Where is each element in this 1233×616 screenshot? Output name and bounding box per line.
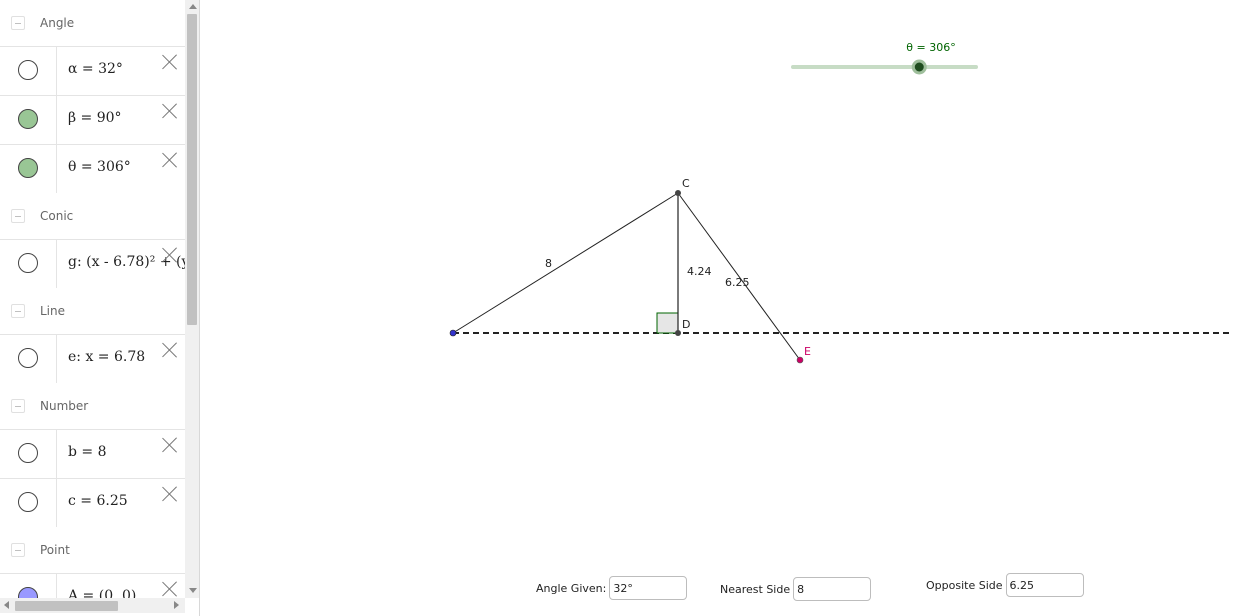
collapse-icon[interactable] <box>11 399 25 413</box>
collapse-icon[interactable] <box>11 16 25 30</box>
visibility-toggle[interactable] <box>18 158 38 178</box>
item-divider <box>56 574 57 598</box>
graphics-canvas[interactable]: θ = 306° 8 4.24 6.25 C D E <box>207 0 1233 616</box>
group-header-number[interactable]: Number <box>0 383 185 429</box>
angle-given-input[interactable] <box>609 576 688 600</box>
point-D[interactable] <box>675 330 681 336</box>
group-title: Conic <box>40 209 74 223</box>
point-label-D: D <box>682 318 690 331</box>
segment-label-side: 6.25 <box>725 276 750 289</box>
point-label-E: E <box>804 345 811 358</box>
item-divider <box>56 479 57 527</box>
graphics-view[interactable]: θ = 306° 8 4.24 6.25 C D E Angle Given: … <box>207 0 1233 616</box>
visibility-toggle[interactable] <box>18 109 38 129</box>
group-header-angle[interactable]: Angle <box>0 0 185 46</box>
algebra-list: Angle α = 32° β = 90° θ = 306° Conic g: … <box>0 0 185 598</box>
delete-icon[interactable] <box>161 436 179 454</box>
segment-label-hyp: 8 <box>545 257 552 270</box>
algebra-expression[interactable]: e: x = 6.78 <box>68 349 145 365</box>
item-divider <box>56 96 57 144</box>
visibility-toggle[interactable] <box>18 443 38 463</box>
item-divider <box>56 240 57 288</box>
group-header-line[interactable]: Line <box>0 288 185 334</box>
algebra-expression[interactable]: b = 8 <box>68 444 107 460</box>
group-header-conic[interactable]: Conic <box>0 193 185 239</box>
algebra-expression[interactable]: β = 90° <box>68 110 122 126</box>
scroll-down-arrow-icon[interactable] <box>189 588 197 593</box>
horizontal-scrollbar[interactable] <box>0 598 185 613</box>
slider-handle[interactable] <box>911 59 927 75</box>
collapse-icon[interactable] <box>11 304 25 318</box>
delete-icon[interactable] <box>161 246 179 264</box>
delete-icon[interactable] <box>161 53 179 71</box>
point-E[interactable] <box>796 356 804 364</box>
algebra-item-beta[interactable]: β = 90° <box>0 95 185 144</box>
scroll-up-arrow-icon[interactable] <box>189 4 197 9</box>
visibility-toggle[interactable] <box>18 492 38 512</box>
point-label-C: C <box>682 177 690 190</box>
scroll-thumb[interactable] <box>187 14 197 325</box>
delete-icon[interactable] <box>161 580 179 598</box>
scroll-thumb[interactable] <box>15 601 118 611</box>
algebra-item-b[interactable]: b = 8 <box>0 429 185 478</box>
algebra-item-g[interactable]: g: (x - 6.78)² + (y - 4.24)² = 39.06 <box>0 239 185 288</box>
point-A[interactable] <box>449 329 457 337</box>
slider-label: θ = 306° <box>906 41 955 54</box>
delete-icon[interactable] <box>161 485 179 503</box>
algebra-item-e[interactable]: e: x = 6.78 <box>0 334 185 383</box>
visibility-toggle[interactable] <box>18 60 38 80</box>
group-title: Number <box>40 399 89 413</box>
algebra-expression[interactable]: α = 32° <box>68 61 123 77</box>
algebra-expression[interactable]: c = 6.25 <box>68 493 128 509</box>
algebra-item-theta[interactable]: θ = 306° <box>0 144 185 193</box>
group-header-point[interactable]: Point <box>0 527 185 573</box>
opposite-side-input[interactable] <box>1005 573 1084 597</box>
segment-AC[interactable] <box>452 192 679 334</box>
nearest-side-box: Nearest Side <box>720 577 872 601</box>
right-angle-marker <box>656 312 679 334</box>
collapse-icon[interactable] <box>11 543 25 557</box>
algebra-expression[interactable]: θ = 306° <box>68 159 131 175</box>
vertical-scrollbar[interactable] <box>185 0 199 598</box>
algebra-item-A[interactable]: A = (0, 0) <box>0 573 185 598</box>
group-title: Line <box>40 304 66 318</box>
delete-icon[interactable] <box>161 341 179 359</box>
opposite-side-box: Opposite Side <box>926 573 1084 597</box>
delete-icon[interactable] <box>161 102 179 120</box>
scroll-right-arrow-icon[interactable] <box>174 601 179 609</box>
scroll-left-arrow-icon[interactable] <box>4 601 9 609</box>
angle-given-box: Angle Given: <box>536 576 688 600</box>
group-title: Point <box>40 543 70 557</box>
algebra-expression[interactable]: A = (0, 0) <box>68 588 136 598</box>
item-divider <box>56 335 57 383</box>
algebra-view: Angle α = 32° β = 90° θ = 306° Conic g: … <box>0 0 200 616</box>
point-C[interactable] <box>675 190 681 196</box>
collapse-icon[interactable] <box>11 209 25 223</box>
algebra-item-c[interactable]: c = 6.25 <box>0 478 185 527</box>
opposite-side-caption: Opposite Side <box>926 578 1003 592</box>
delete-icon[interactable] <box>161 151 179 169</box>
visibility-toggle[interactable] <box>18 253 38 273</box>
segment-label-height: 4.24 <box>687 265 712 278</box>
visibility-toggle[interactable] <box>18 348 38 368</box>
angle-given-caption: Angle Given: <box>536 581 607 595</box>
algebra-item-alpha[interactable]: α = 32° <box>0 46 185 95</box>
nearest-side-caption: Nearest Side <box>720 582 791 596</box>
item-divider <box>56 145 57 193</box>
item-divider <box>56 430 57 478</box>
visibility-toggle[interactable] <box>18 587 38 598</box>
nearest-side-input[interactable] <box>793 577 872 601</box>
item-divider <box>56 47 57 95</box>
group-title: Angle <box>40 16 75 30</box>
